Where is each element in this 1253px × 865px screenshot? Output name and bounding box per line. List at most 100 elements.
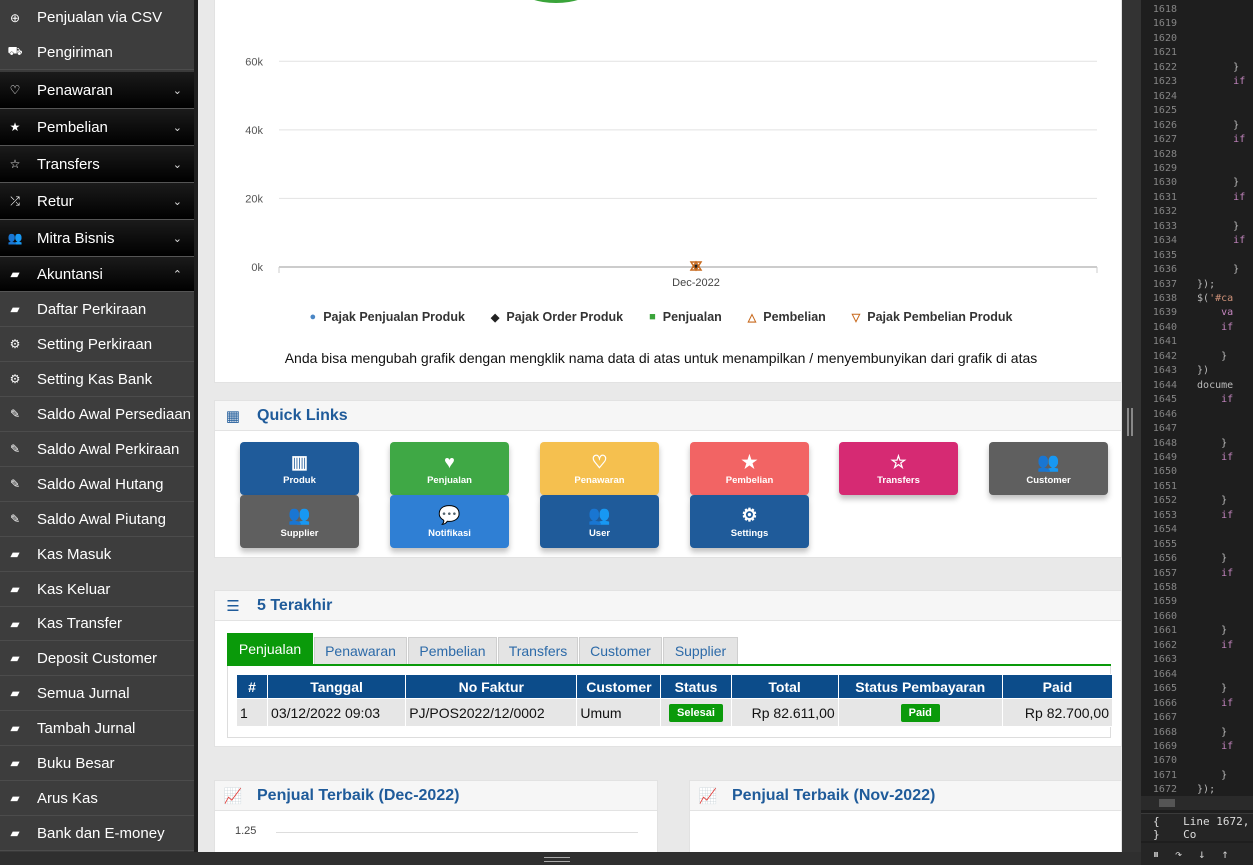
tab-supplier[interactable]: Supplier xyxy=(663,637,738,664)
code-line[interactable]: 1668 } xyxy=(1141,727,1253,739)
row-invoice-link[interactable]: PJ/POS2022/12/0002 xyxy=(405,698,578,727)
code-line[interactable]: 1632 xyxy=(1141,206,1253,218)
quick-link-settings[interactable]: ⚙ Settings xyxy=(690,495,809,548)
code-line[interactable]: 1628 xyxy=(1141,149,1253,161)
tab-penawaran[interactable]: Penawaran xyxy=(314,637,407,664)
code-line[interactable]: 1670 xyxy=(1141,755,1253,767)
code-line[interactable]: 1622 } xyxy=(1141,62,1253,74)
code-line[interactable]: 1666 if xyxy=(1141,698,1253,710)
code-line[interactable]: 1625 xyxy=(1141,105,1253,117)
sidebar-item-penjualan-via-csv[interactable]: ⊕ Penjualan via CSV xyxy=(0,0,194,36)
splitter-handle[interactable] xyxy=(1127,408,1133,436)
braces-icon[interactable]: { } xyxy=(1153,815,1169,841)
code-line[interactable]: 1647 xyxy=(1141,423,1253,435)
sidebar-item-saldo-awal-persediaan[interactable]: ✎ Saldo Awal Persediaan xyxy=(0,397,194,432)
column-header[interactable]: No Faktur xyxy=(405,674,578,699)
legend-item-pajak-order-produk[interactable]: ◆ Pajak Order Produk xyxy=(491,310,623,324)
code-line[interactable]: 1671 } xyxy=(1141,770,1253,782)
code-line[interactable]: 1648 } xyxy=(1141,438,1253,450)
legend-item-penjualan[interactable]: ■ Penjualan xyxy=(649,310,722,324)
sidebar-item-akuntansi[interactable]: ▰ Akuntansi ⌃ xyxy=(0,257,194,292)
tab-pembelian[interactable]: Pembelian xyxy=(408,637,497,664)
code-line[interactable]: 1633 } xyxy=(1141,221,1253,233)
quick-link-supplier[interactable]: 👥 Supplier xyxy=(240,495,359,548)
sidebar-item-transfers[interactable]: ☆ Transfers ⌄ xyxy=(0,146,194,183)
sidebar-item-mitra-bisnis[interactable]: 👥 Mitra Bisnis ⌄ xyxy=(0,220,194,257)
code-line[interactable]: 1649 if xyxy=(1141,452,1253,464)
column-header[interactable]: Status Pembayaran xyxy=(837,674,1003,699)
scrollbar-thumb[interactable] xyxy=(1159,799,1175,807)
code-line[interactable]: 1639 va xyxy=(1141,307,1253,319)
code-line[interactable]: 1636 } xyxy=(1141,264,1253,276)
sidebar-item-semua-jurnal[interactable]: ▰ Semua Jurnal xyxy=(0,676,194,711)
sidebar-item-saldo-awal-perkiraan[interactable]: ✎ Saldo Awal Perkiraan xyxy=(0,432,194,467)
column-header[interactable]: Total xyxy=(730,674,839,699)
sidebar-item-buku-besar[interactable]: ▰ Buku Besar xyxy=(0,746,194,781)
sidebar-item-retur[interactable]: ⤮ Retur ⌄ xyxy=(0,183,194,220)
code-line[interactable]: 1667 xyxy=(1141,712,1253,724)
sidebar-item-bank-dan-e-money[interactable]: ▰ Bank dan E-money xyxy=(0,816,194,851)
code-line[interactable]: 1657 if xyxy=(1141,568,1253,580)
column-header[interactable]: Status xyxy=(660,674,732,699)
code-line[interactable]: 1672 }); xyxy=(1141,784,1253,796)
quick-link-produk[interactable]: ▥ Produk xyxy=(240,442,359,495)
quick-link-transfers[interactable]: ☆ Transfers xyxy=(839,442,958,495)
code-line[interactable]: 1643 }) xyxy=(1141,365,1253,377)
step-over-icon[interactable]: ↷ xyxy=(1175,847,1182,861)
column-header[interactable]: Paid xyxy=(1001,674,1114,699)
quick-link-penawaran[interactable]: ♡ Penawaran xyxy=(540,442,659,495)
column-header[interactable]: # xyxy=(235,674,269,699)
code-line[interactable]: 1629 xyxy=(1141,163,1253,175)
code-line[interactable]: 1638 $('#ca xyxy=(1141,293,1253,305)
code-line[interactable]: 1631 if xyxy=(1141,192,1253,204)
sidebar-item-setting-perkiraan[interactable]: ⚙ Setting Perkiraan xyxy=(0,327,194,362)
code-line[interactable]: 1621 xyxy=(1141,47,1253,59)
code-line[interactable]: 1662 if xyxy=(1141,640,1253,652)
tab-transfers[interactable]: Transfers xyxy=(498,637,578,664)
sidebar-item-daftar-perkiraan[interactable]: ▰ Daftar Perkiraan xyxy=(0,292,194,327)
code-line[interactable]: 1650 xyxy=(1141,466,1253,478)
sidebar-item-kas-keluar[interactable]: ▰ Kas Keluar xyxy=(0,572,194,607)
table-row[interactable]: 1 03/12/2022 09:03 PJ/POS2022/12/0002 Umum S… xyxy=(235,698,1114,727)
code-line[interactable]: 1642 } xyxy=(1141,351,1253,363)
pause-icon[interactable]: ⏸ xyxy=(1153,847,1159,862)
code-line[interactable]: 1659 xyxy=(1141,596,1253,608)
code-line[interactable]: 1661 } xyxy=(1141,625,1253,637)
sidebar-item-pengiriman[interactable]: ⛟ Pengiriman xyxy=(0,35,194,70)
sidebar-item-kas-masuk[interactable]: ▰ Kas Masuk xyxy=(0,537,194,572)
code-line[interactable]: 1664 xyxy=(1141,669,1253,681)
sidebar-item-setting-kas-bank[interactable]: ⚙ Setting Kas Bank xyxy=(0,362,194,397)
quick-link-pembelian[interactable]: ★ Pembelian xyxy=(690,442,809,495)
code-line[interactable]: 1635 xyxy=(1141,250,1253,262)
code-line[interactable]: 1618 xyxy=(1141,4,1253,16)
sidebar-item-deposit-customer[interactable]: ▰ Deposit Customer xyxy=(0,641,194,676)
tab-customer[interactable]: Customer xyxy=(579,637,662,664)
quick-link-penjualan[interactable]: ♥ Penjualan xyxy=(390,442,509,495)
column-header[interactable]: Tanggal xyxy=(267,674,407,699)
sidebar-item-pembelian[interactable]: ★ Pembelian ⌄ xyxy=(0,109,194,146)
quick-link-customer[interactable]: 👥 Customer xyxy=(989,442,1108,495)
sidebar-item-kas-transfer[interactable]: ▰ Kas Transfer xyxy=(0,607,194,641)
code-line[interactable]: 1655 xyxy=(1141,539,1253,551)
step-into-icon[interactable]: ↓ xyxy=(1198,847,1205,861)
code-line[interactable]: 1656 } xyxy=(1141,553,1253,565)
code-line[interactable]: 1627 if xyxy=(1141,134,1253,146)
code-line[interactable]: 1640 if xyxy=(1141,322,1253,334)
legend-item-pajak-pembelian-produk[interactable]: ▽ Pajak Pembelian Produk xyxy=(852,310,1013,324)
code-line[interactable]: 1644 docume xyxy=(1141,380,1253,392)
legend-item-pembelian[interactable]: △ Pembelian xyxy=(748,310,826,324)
code-line[interactable]: 1630 } xyxy=(1141,177,1253,189)
drawer-grip-icon[interactable] xyxy=(544,857,570,862)
code-line[interactable]: 1619 xyxy=(1141,18,1253,30)
code-line[interactable]: 1651 xyxy=(1141,481,1253,493)
sidebar-item-arus-kas[interactable]: ▰ Arus Kas xyxy=(0,781,194,816)
code-line[interactable]: 1658 xyxy=(1141,582,1253,594)
sidebar-item-penawaran[interactable]: ♡ Penawaran ⌄ xyxy=(0,72,194,109)
legend-item-pajak-penjualan-produk[interactable]: ● Pajak Penjualan Produk xyxy=(310,310,465,324)
code-line[interactable]: 1669 if xyxy=(1141,741,1253,753)
quick-link-user[interactable]: 👥 User xyxy=(540,495,659,548)
sidebar-item-tambah-jurnal[interactable]: ▰ Tambah Jurnal xyxy=(0,711,194,746)
code-line[interactable]: 1665 } xyxy=(1141,683,1253,695)
code-line[interactable]: 1652 } xyxy=(1141,495,1253,507)
code-line[interactable]: 1645 if xyxy=(1141,394,1253,406)
